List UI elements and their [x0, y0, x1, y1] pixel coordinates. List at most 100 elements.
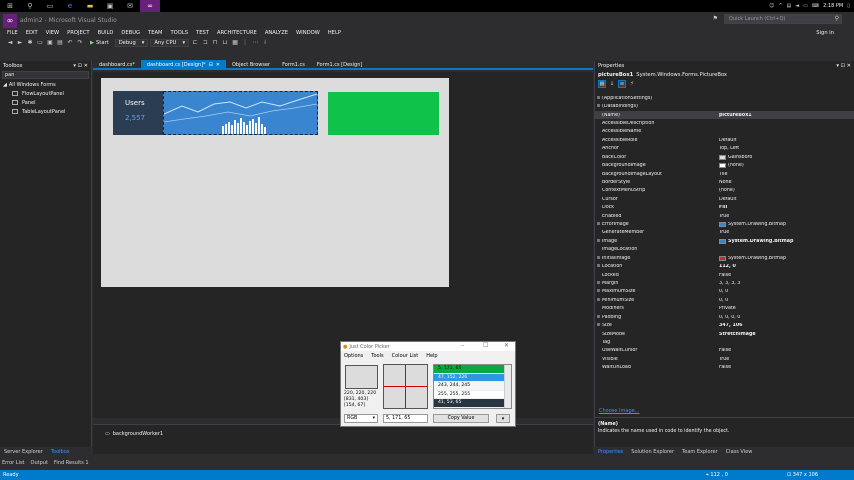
property-row[interactable]: ⊞ MinimumSize 0, 0	[595, 296, 854, 304]
chevron-up-icon[interactable]: ^	[778, 3, 782, 9]
property-value[interactable]: System.Drawing.Bitmap	[719, 255, 854, 261]
forward-icon[interactable]: ►	[16, 39, 24, 46]
menu-file[interactable]: FILE	[3, 28, 22, 37]
search-icon[interactable]: ⚲	[20, 0, 40, 12]
tab-solution-explorer[interactable]: Solution Explorer	[629, 449, 676, 455]
expand-icon[interactable]: ⊞	[595, 239, 602, 244]
spacing-icon[interactable]: ⁞	[261, 39, 269, 46]
dashboard-form-surface[interactable]: Users 2,557	[101, 78, 449, 287]
undo-icon[interactable]: ↶	[66, 39, 74, 46]
picker-menu-tools[interactable]: Tools	[371, 353, 383, 359]
property-value[interactable]: Fill	[719, 205, 854, 210]
property-value[interactable]: 0, 0, 0, 0	[719, 315, 854, 320]
colour-list[interactable]: 5, 171, 65 47, 152, 226 243, 244, 245 25…	[433, 364, 512, 409]
events-icon[interactable]: ⚡	[628, 80, 636, 88]
tab-toolbox[interactable]: Toolbox	[49, 449, 72, 455]
property-value[interactable]: False	[719, 348, 854, 353]
toolbox-item-panel[interactable]: Panel	[0, 98, 91, 107]
property-value[interactable]: False	[719, 273, 854, 278]
property-value[interactable]: System.Drawing.Bitmap	[719, 238, 854, 244]
alphabetical-icon[interactable]: ↓	[608, 80, 616, 88]
property-value[interactable]: 347, 106	[719, 323, 854, 328]
property-value[interactable]: 112, 0	[719, 264, 854, 269]
property-row[interactable]: ImageLocation	[595, 246, 854, 254]
property-row[interactable]: Enabled True	[595, 212, 854, 220]
property-row[interactable]: WaitOnLoad False	[595, 364, 854, 372]
property-value[interactable]: 0, 0	[719, 289, 854, 294]
open-file-icon[interactable]: ▭	[36, 39, 44, 46]
expand-icon[interactable]: ⊞	[595, 96, 602, 101]
property-row[interactable]: AccessibleRole Default	[595, 136, 854, 144]
users-card[interactable]: Users 2,557	[113, 91, 163, 135]
network-icon[interactable]: ▤	[787, 3, 792, 9]
visual-studio-taskbar-icon[interactable]: ∞	[140, 0, 160, 12]
property-row[interactable]: ⊞ (ApplicationSettings)	[595, 94, 854, 102]
expand-icon[interactable]: ⊞	[595, 281, 602, 286]
toolbox-item-flowlayoutpanel[interactable]: FlowLayoutPanel	[0, 89, 91, 98]
mail-icon[interactable]: ✉	[120, 0, 140, 12]
save-icon[interactable]: ▣	[46, 39, 54, 46]
menu-tools[interactable]: TOOLS	[167, 28, 193, 37]
chat-icon[interactable]: ▭	[803, 3, 808, 9]
expand-icon[interactable]: ⊞	[595, 323, 602, 328]
menu-help[interactable]: HELP	[324, 28, 345, 37]
property-row[interactable]: SizeMode StretchImage	[595, 330, 854, 338]
menu-build[interactable]: BUILD	[94, 28, 118, 37]
picker-menu-help[interactable]: Help	[426, 353, 437, 359]
property-value[interactable]: 0, 0	[719, 298, 854, 303]
tab-error-list[interactable]: Error List	[2, 460, 25, 466]
expand-icon[interactable]: ⊞	[595, 298, 602, 303]
colour-list-scrollbar[interactable]	[504, 365, 511, 408]
redo-icon[interactable]: ↷	[76, 39, 84, 46]
align-center-icon[interactable]: ⊐	[201, 39, 209, 46]
back-icon[interactable]: ◄	[6, 39, 14, 46]
property-value[interactable]: (none)	[719, 163, 854, 169]
colour-list-item[interactable]: 5, 171, 65	[434, 365, 504, 374]
property-row[interactable]: Dock Fill	[595, 203, 854, 211]
picturebox1-chart[interactable]	[163, 91, 318, 135]
property-row[interactable]: GenerateMember True	[595, 229, 854, 237]
expand-icon[interactable]: ⊞	[595, 264, 602, 269]
menu-window[interactable]: WINDOW	[292, 28, 324, 37]
volume-icon[interactable]: ◄	[795, 3, 799, 9]
quick-launch-input[interactable]: Quick Launch (Ctrl+Q) ⚲	[724, 14, 842, 24]
notification-flag-icon[interactable]: ⚑	[713, 15, 718, 22]
toolbox-search-input[interactable]: pan	[2, 71, 89, 79]
tab-dashboard-design[interactable]: dashboard.cs [Design]* ⊟ ✕	[140, 60, 226, 69]
spacing-icon[interactable]: ⋮	[241, 39, 249, 46]
windows-start-icon[interactable]: ⊞	[0, 0, 20, 12]
menu-view[interactable]: VIEW	[42, 28, 64, 37]
expand-icon[interactable]: ⊞	[595, 222, 602, 227]
tab-output[interactable]: Output	[31, 460, 48, 466]
colour-list-item[interactable]: 47, 152, 226	[434, 373, 504, 382]
tab-object-browser[interactable]: Object Browser	[226, 60, 276, 69]
green-panel[interactable]	[328, 92, 439, 135]
property-row[interactable]: ContextMenuStrip (none)	[595, 187, 854, 195]
expand-icon[interactable]: ⊞	[595, 256, 602, 261]
property-row[interactable]: ⊞ InitialImage System.Drawing.Bitmap	[595, 254, 854, 262]
sign-in-link[interactable]: Sign in	[816, 28, 834, 37]
new-project-icon[interactable]: ✱	[26, 39, 34, 46]
menu-debug[interactable]: DEBUG	[117, 28, 144, 37]
menu-team[interactable]: TEAM	[144, 28, 166, 37]
tab-class-view[interactable]: Class View	[724, 449, 755, 455]
person-icon[interactable]: ☺	[769, 3, 774, 9]
tab-find-results[interactable]: Find Results 1	[54, 460, 89, 466]
keyboard-icon[interactable]: ⌨	[812, 3, 819, 9]
choose-image-link[interactable]: Choose Image...	[599, 408, 639, 414]
menu-architecture[interactable]: ARCHITECTURE	[213, 28, 261, 37]
align-top-icon[interactable]: ⊓	[211, 39, 219, 46]
tab-team-explorer[interactable]: Team Explorer	[680, 449, 720, 455]
property-row[interactable]: Tag	[595, 338, 854, 346]
property-value[interactable]: Default	[719, 138, 854, 143]
property-row[interactable]: ⊞ ErrorImage System.Drawing.Bitmap	[595, 220, 854, 228]
property-value[interactable]: Top, Left	[719, 146, 854, 151]
property-row[interactable]: Cursor Default	[595, 195, 854, 203]
clock-time[interactable]: 2:18 PM	[823, 3, 843, 9]
notification-icon[interactable]: ▯	[847, 3, 850, 9]
file-explorer-icon[interactable]: ▬	[80, 0, 100, 12]
property-value[interactable]: Private	[719, 306, 854, 311]
property-value[interactable]: StretchImage	[719, 332, 854, 337]
property-row[interactable]: BackgroundImageLayout Tile	[595, 170, 854, 178]
categorized-icon[interactable]: ▦	[598, 80, 606, 88]
